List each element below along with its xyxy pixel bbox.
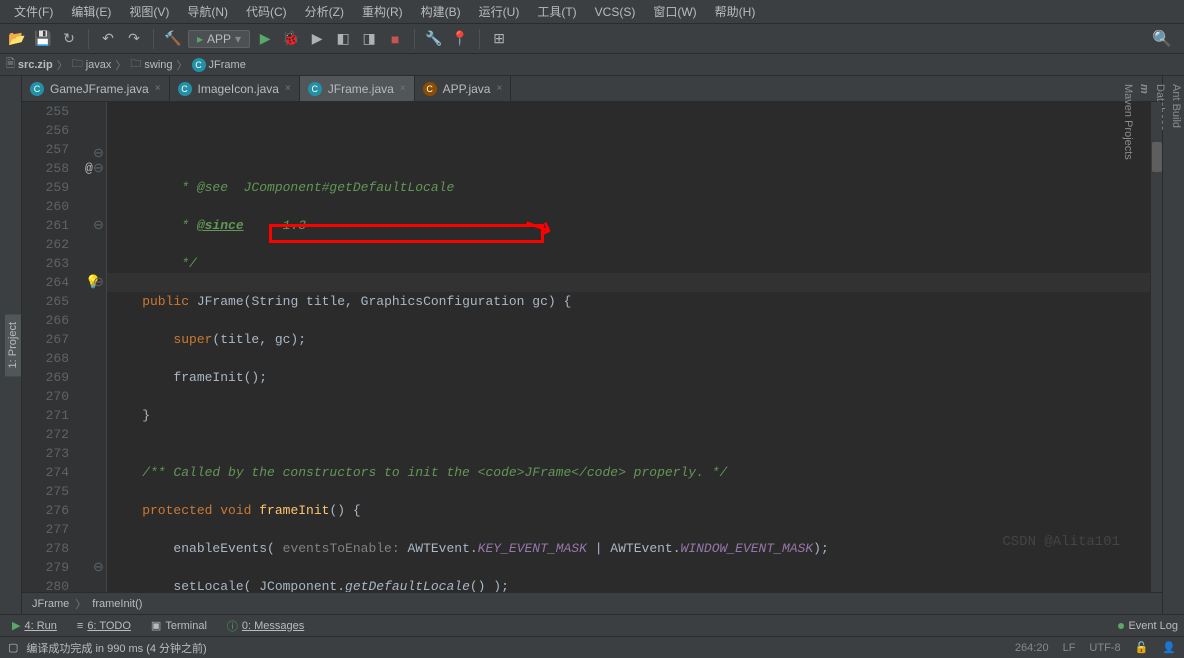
open-icon[interactable]: 📂 bbox=[6, 28, 28, 50]
right-tool-strip: Ant Build Database m Maven Projects bbox=[1162, 76, 1184, 614]
separator bbox=[414, 29, 415, 49]
fold-icon[interactable]: ⊖ bbox=[93, 558, 104, 577]
menu-analyze[interactable]: 分析(Z) bbox=[297, 1, 352, 22]
fold-icon[interactable]: ⊖ bbox=[93, 216, 104, 235]
sidebar-tab-ant[interactable]: Ant Build bbox=[1168, 76, 1184, 614]
separator bbox=[479, 29, 480, 49]
class-icon: C bbox=[192, 58, 206, 72]
tab-jframe[interactable]: CJFrame.java× bbox=[300, 76, 415, 101]
bottom-tool-bar: ▶4: Run ≡6: TODO ▣Terminal ⓘ0: Messages … bbox=[0, 614, 1184, 636]
status-box-icon[interactable]: ▢ bbox=[8, 641, 18, 654]
code-content[interactable]: ↘ * @see JComponent#getDefaultLocale * @… bbox=[107, 102, 1150, 592]
menu-help[interactable]: 帮助(H) bbox=[707, 1, 764, 22]
menu-view[interactable]: 视图(V) bbox=[121, 1, 177, 22]
sidebar-tab-project[interactable]: 1: Project bbox=[5, 314, 21, 376]
undo-icon[interactable]: ↶ bbox=[97, 28, 119, 50]
menu-file[interactable]: 文件(F) bbox=[6, 1, 61, 22]
tab-run[interactable]: ▶4: Run bbox=[6, 619, 63, 632]
tab-todo[interactable]: ≡6: TODO bbox=[71, 620, 137, 632]
tab-messages[interactable]: ⓘ0: Messages bbox=[221, 618, 310, 634]
tool1-icon[interactable]: 🔧 bbox=[423, 28, 445, 50]
separator bbox=[88, 29, 89, 49]
menu-vcs[interactable]: VCS(S) bbox=[587, 3, 644, 21]
cursor-position: 264:20 bbox=[1015, 642, 1049, 654]
refresh-icon[interactable]: ↻ bbox=[58, 28, 80, 50]
folder-icon: 🗀 bbox=[72, 55, 83, 74]
menu-tools[interactable]: 工具(T) bbox=[529, 1, 584, 22]
close-icon[interactable]: × bbox=[496, 83, 502, 94]
status-dot-icon bbox=[1118, 623, 1124, 629]
menu-code[interactable]: 代码(C) bbox=[238, 1, 295, 22]
fold-icon[interactable]: ⊖ bbox=[93, 159, 104, 178]
status-bar: ▢ 编译成功完成 in 990 ms (4 分钟之前) 264:20 LF UT… bbox=[0, 636, 1184, 658]
line-numbers: 255 256 257 258 259 260 261 262 263 264 … bbox=[22, 102, 77, 592]
crumb-class[interactable]: JFrame bbox=[32, 598, 69, 610]
search-icon[interactable]: 🔍 bbox=[1152, 29, 1172, 49]
menu-build[interactable]: 构建(B) bbox=[413, 1, 469, 22]
redo-icon[interactable]: ↷ bbox=[123, 28, 145, 50]
menu-navigate[interactable]: 导航(N) bbox=[179, 1, 236, 22]
tool2-icon[interactable]: 📍 bbox=[449, 28, 471, 50]
crumb-method[interactable]: frameInit() bbox=[92, 598, 142, 610]
class-icon: C bbox=[423, 82, 437, 96]
close-icon[interactable]: × bbox=[285, 83, 291, 94]
scroll-thumb[interactable] bbox=[1152, 142, 1162, 172]
breadcrumb-item[interactable]: 🗀javax bbox=[72, 55, 112, 74]
save-icon[interactable]: 💾 bbox=[32, 28, 54, 50]
scrollbar-vertical[interactable] bbox=[1150, 102, 1162, 592]
class-icon: C bbox=[30, 82, 44, 96]
fold-icon[interactable]: ⊖ bbox=[93, 273, 104, 292]
sidebar-tab-structure[interactable]: 7: Structure bbox=[0, 309, 5, 382]
editor-area: CGameJFrame.java× CImageIcon.java× CJFra… bbox=[22, 76, 1162, 614]
tab-imageicon[interactable]: CImageIcon.java× bbox=[170, 76, 300, 101]
line-separator[interactable]: LF bbox=[1063, 642, 1076, 654]
event-log[interactable]: Event Log bbox=[1118, 620, 1178, 632]
zip-icon: 🗎 bbox=[6, 55, 15, 74]
breadcrumb-item[interactable]: 🗀swing bbox=[130, 55, 172, 74]
watermark: CSDN @Alita101 bbox=[1002, 533, 1120, 552]
tab-gamejframe[interactable]: CGameJFrame.java× bbox=[22, 76, 170, 101]
toolbar: 📂 💾 ↻ ↶ ↷ 🔨 ▸ APP ▾ ▶ 🐞 ▶ ◧ ◨ ■ 🔧 📍 ⊞ 🔍 bbox=[0, 24, 1184, 54]
breadcrumb-bar: 🗎src.zip 〉 🗀javax 〉 🗀swing 〉 CJFrame bbox=[0, 54, 1184, 76]
folder-icon: 🗀 bbox=[130, 55, 141, 74]
menu-edit[interactable]: 编辑(E) bbox=[63, 1, 119, 22]
left-tool-strip: 1: Project 7: Structure 2: Favorites bbox=[0, 76, 22, 614]
lock-icon[interactable]: 🔓 bbox=[1135, 641, 1149, 654]
editor-gutter: @ 💡 ⊖ ⊖ ⊖ ⊖ ⊖ bbox=[77, 102, 107, 592]
menu-refactor[interactable]: 重构(R) bbox=[354, 1, 411, 22]
close-icon[interactable]: × bbox=[155, 83, 161, 94]
inspector-icon[interactable]: 👤 bbox=[1162, 641, 1176, 654]
tab-app[interactable]: CAPP.java× bbox=[415, 76, 512, 101]
tab-terminal[interactable]: ▣Terminal bbox=[145, 619, 213, 632]
run-icon[interactable]: ▶ bbox=[254, 28, 276, 50]
profile-icon[interactable]: ◧ bbox=[332, 28, 354, 50]
breadcrumb-item[interactable]: 🗎src.zip bbox=[6, 55, 53, 74]
class-icon: C bbox=[308, 82, 322, 96]
attach-icon[interactable]: ◨ bbox=[358, 28, 380, 50]
breadcrumb-bottom: JFrame 〉 frameInit() bbox=[22, 592, 1162, 614]
separator bbox=[153, 29, 154, 49]
menu-bar: 文件(F) 编辑(E) 视图(V) 导航(N) 代码(C) 分析(Z) 重构(R… bbox=[0, 0, 1184, 24]
menu-window[interactable]: 窗口(W) bbox=[645, 1, 704, 22]
run-config-dropdown[interactable]: ▸ APP ▾ bbox=[188, 30, 250, 48]
hammer-icon[interactable]: 🔨 bbox=[162, 28, 184, 50]
code-editor[interactable]: 255 256 257 258 259 260 261 262 263 264 … bbox=[22, 102, 1162, 592]
structure-icon[interactable]: ⊞ bbox=[488, 28, 510, 50]
status-message: 编译成功完成 in 990 ms (4 分钟之前) bbox=[26, 640, 206, 656]
breadcrumb-item[interactable]: CJFrame bbox=[192, 58, 246, 72]
encoding[interactable]: UTF-8 bbox=[1089, 642, 1120, 654]
menu-run[interactable]: 运行(U) bbox=[471, 1, 528, 22]
class-icon: C bbox=[178, 82, 192, 96]
override-icon[interactable]: @ bbox=[85, 159, 93, 178]
run-config-label: APP bbox=[207, 32, 231, 46]
coverage-icon[interactable]: ▶ bbox=[306, 28, 328, 50]
main-area: 1: Project 7: Structure 2: Favorites CGa… bbox=[0, 76, 1184, 614]
debug-icon[interactable]: 🐞 bbox=[280, 28, 302, 50]
close-icon[interactable]: × bbox=[400, 83, 406, 94]
stop-icon[interactable]: ■ bbox=[384, 28, 406, 50]
editor-tabs: CGameJFrame.java× CImageIcon.java× CJFra… bbox=[22, 76, 1162, 102]
